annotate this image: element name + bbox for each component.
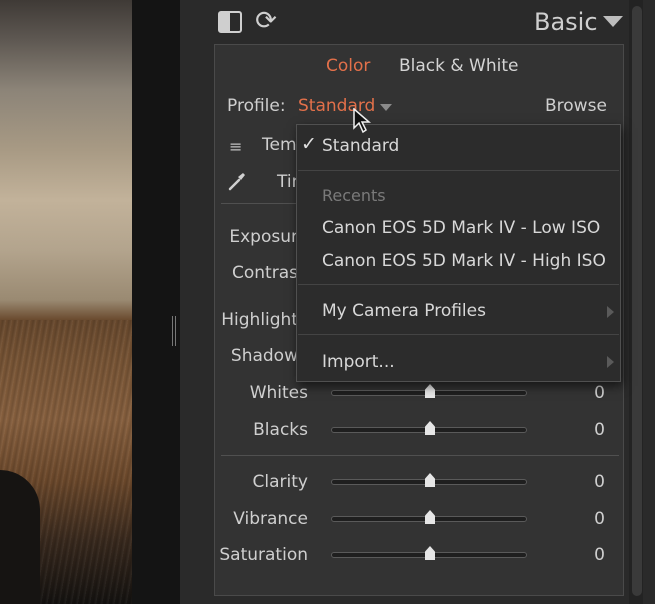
menu-item-recent-low-iso[interactable]: Canon EOS 5D Mark IV - Low ISO bbox=[322, 218, 600, 238]
eyedropper-icon[interactable] bbox=[226, 170, 248, 192]
browse-button[interactable]: Browse bbox=[545, 96, 607, 116]
whites-value[interactable]: 0 bbox=[560, 383, 605, 403]
menu-section-recents: Recents bbox=[322, 186, 386, 205]
divider bbox=[221, 455, 619, 456]
mouse-cursor-icon bbox=[353, 108, 372, 134]
menu-separator bbox=[298, 284, 619, 285]
profile-label: Profile: bbox=[227, 96, 286, 116]
tab-black-white[interactable]: Black & White bbox=[399, 56, 519, 76]
saturation-value[interactable]: 0 bbox=[560, 545, 605, 565]
menu-separator bbox=[298, 170, 619, 171]
before-after-toggle-icon[interactable] bbox=[218, 11, 242, 33]
tab-color[interactable]: Color bbox=[326, 56, 370, 76]
clarity-value[interactable]: 0 bbox=[560, 472, 605, 492]
menu-item-camera-profiles[interactable]: My Camera Profiles bbox=[322, 301, 486, 321]
panel-gutter bbox=[132, 0, 180, 604]
slider-label-highlights: Highlight bbox=[221, 310, 298, 330]
vibrance-value[interactable]: 0 bbox=[560, 509, 605, 529]
panel-resize-handle[interactable] bbox=[172, 316, 176, 346]
menu-separator bbox=[298, 334, 619, 335]
slider-label-clarity: Clarity bbox=[252, 472, 308, 492]
blacks-value[interactable]: 0 bbox=[560, 420, 605, 440]
slider-label-vibrance: Vibrance bbox=[233, 509, 308, 529]
slider-label-whites: Whites bbox=[249, 383, 308, 403]
menu-item-recent-high-iso[interactable]: Canon EOS 5D Mark IV - High ISO bbox=[322, 251, 606, 271]
menu-item-import[interactable]: Import... bbox=[322, 352, 395, 372]
temp-label: Tem bbox=[262, 135, 297, 155]
reset-icon[interactable]: ⟳ bbox=[252, 6, 280, 36]
slider-label-exposure: Exposur bbox=[229, 227, 298, 247]
checkmark-icon: ✓ bbox=[301, 133, 317, 155]
white-balance-menu-icon[interactable]: ≡ bbox=[229, 137, 242, 156]
panel-scroll-thumb[interactable] bbox=[632, 6, 642, 596]
chevron-down-icon[interactable] bbox=[380, 104, 392, 111]
submenu-arrow-icon bbox=[607, 306, 614, 318]
panel-title[interactable]: Basic bbox=[534, 8, 598, 36]
submenu-arrow-icon bbox=[607, 356, 614, 368]
slider-label-saturation: Saturation bbox=[219, 545, 308, 565]
slider-label-blacks: Blacks bbox=[253, 420, 308, 440]
slider-label-contrast: Contras bbox=[232, 263, 298, 283]
menu-item-standard[interactable]: Standard bbox=[322, 136, 399, 156]
photo-subject-shadow bbox=[0, 470, 40, 604]
slider-label-shadows: Shadow bbox=[230, 346, 298, 366]
collapse-triangle-icon[interactable] bbox=[603, 16, 623, 27]
